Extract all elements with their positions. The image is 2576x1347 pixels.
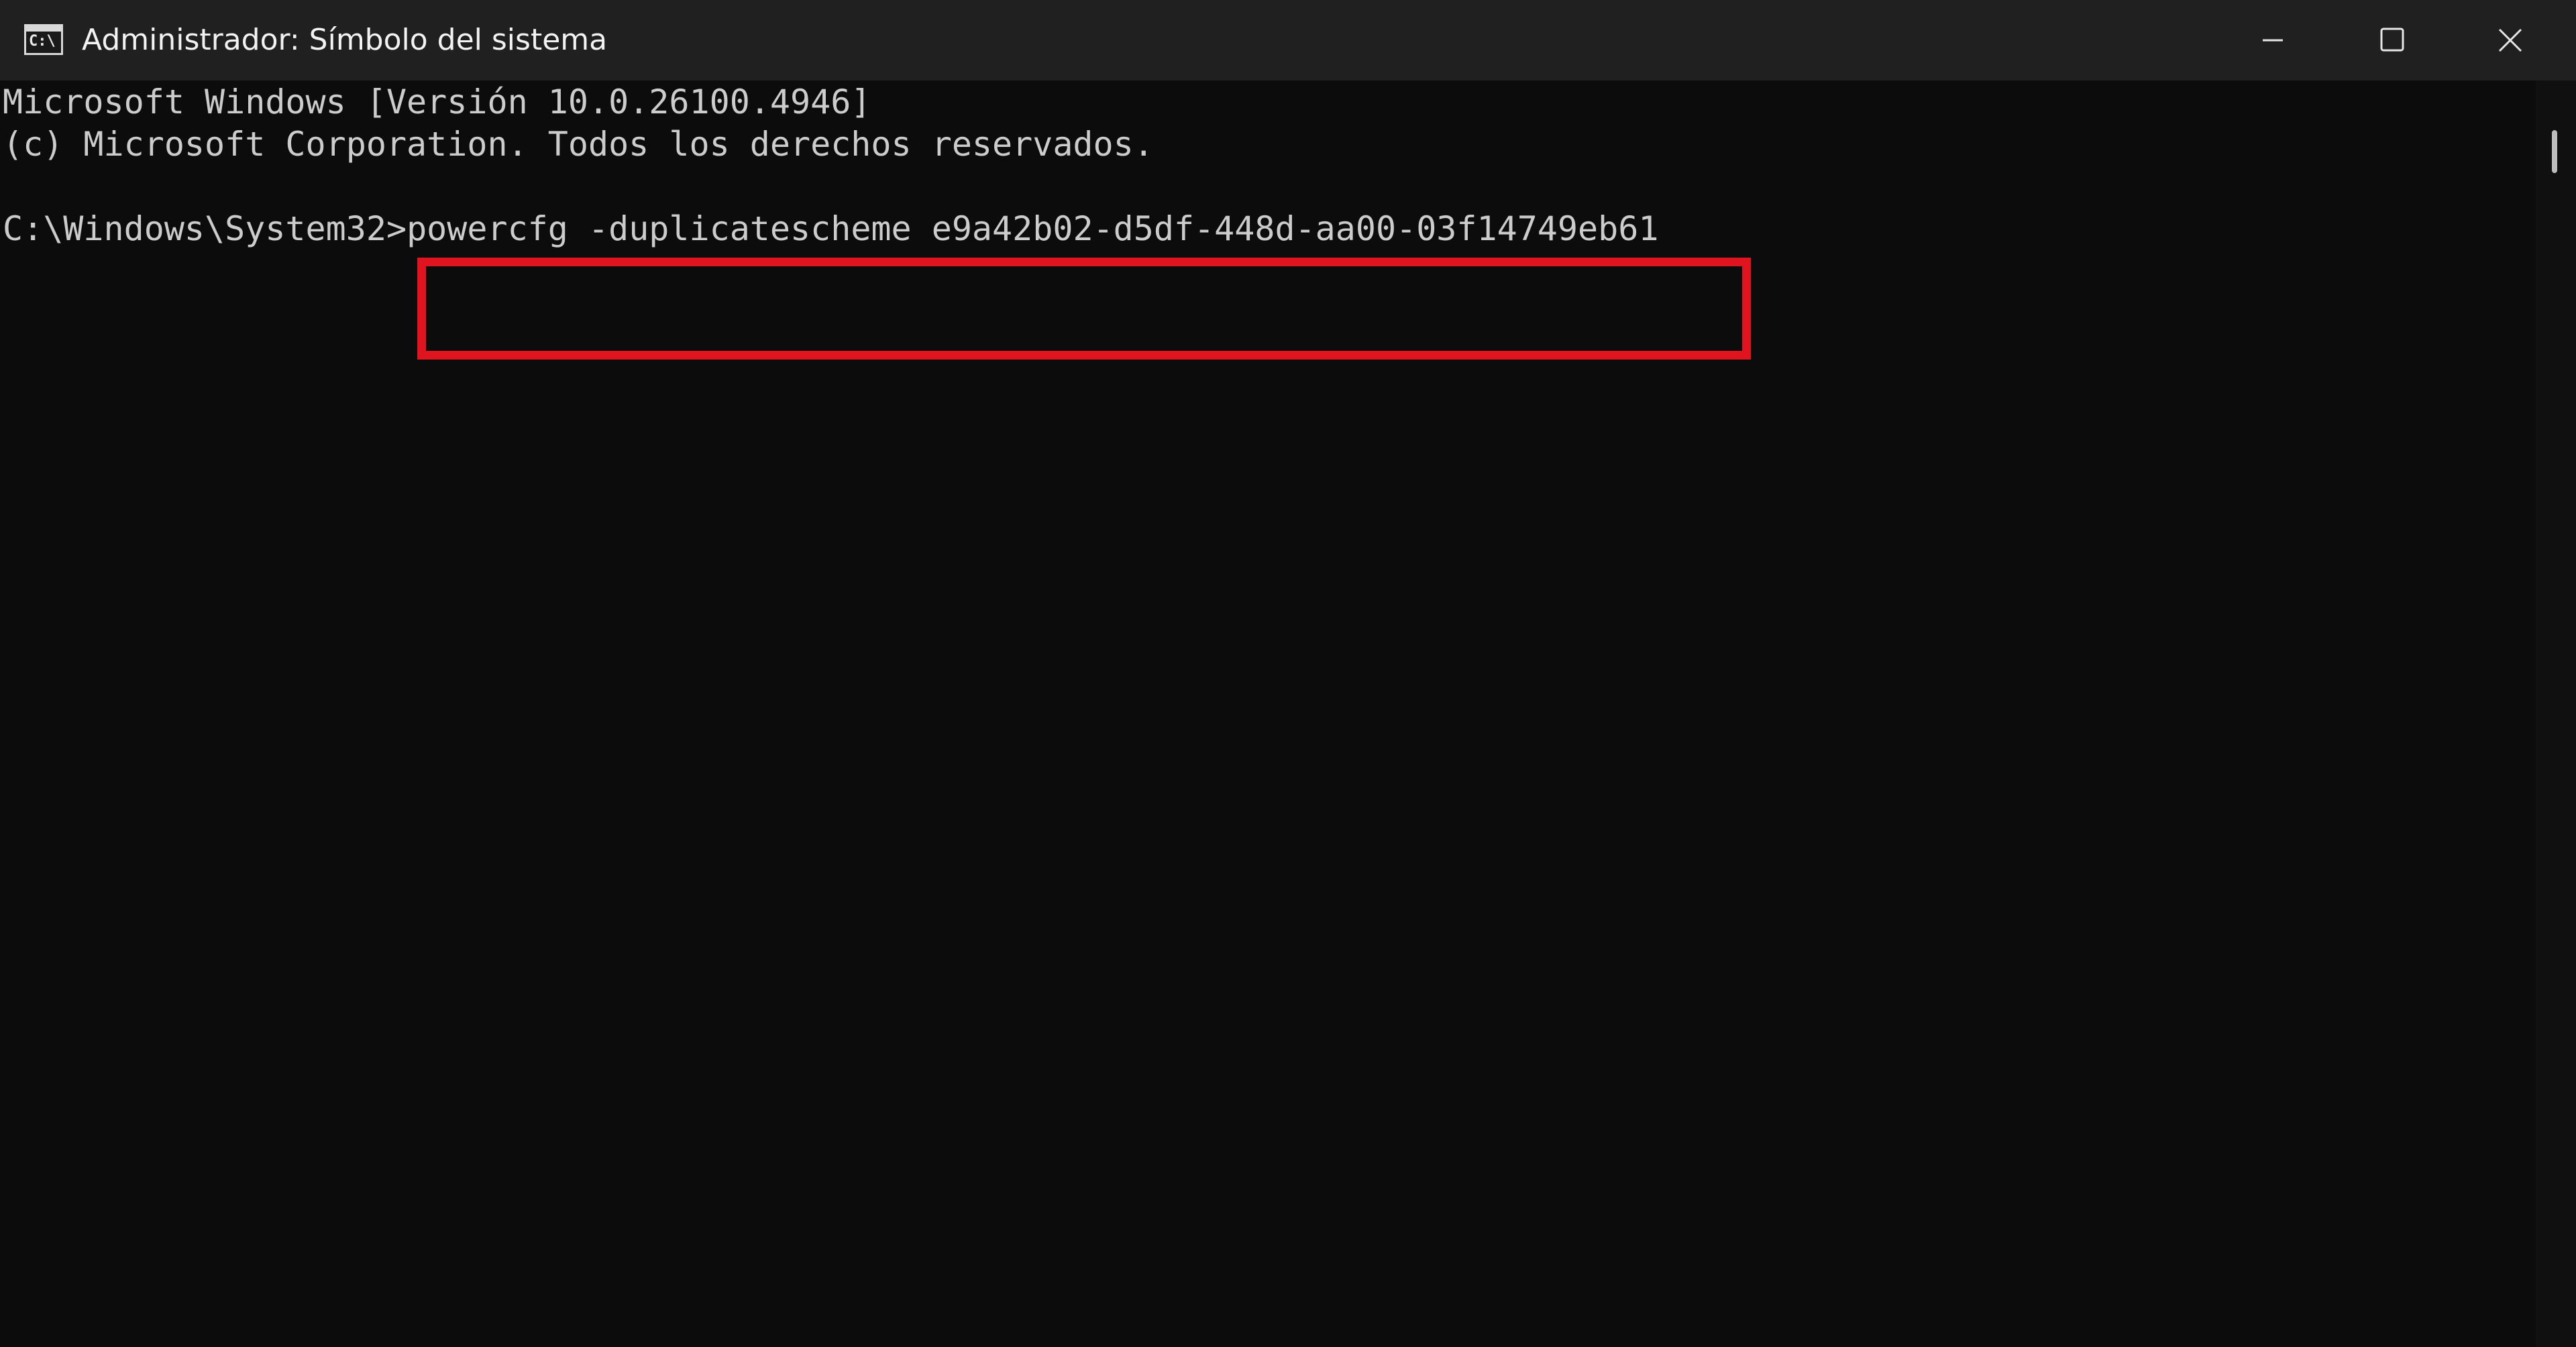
close-icon xyxy=(2498,28,2522,52)
vertical-scrollbar[interactable] xyxy=(2536,80,2576,1347)
minimize-button[interactable] xyxy=(2214,0,2332,80)
cmd-icon[interactable]: C:\ xyxy=(24,24,63,55)
close-button[interactable] xyxy=(2450,0,2568,80)
scrollbar-thumb[interactable] xyxy=(2552,130,2557,173)
command-highlight-box xyxy=(417,258,1751,360)
maximize-icon xyxy=(2380,28,2404,52)
command-prompt-window: C:\ Administrador: Símbolo del sistema M… xyxy=(0,0,2576,1347)
console-line-version: Microsoft Windows [Versión 10.0.26100.49… xyxy=(3,83,871,121)
window-title: Administrador: Símbolo del sistema xyxy=(82,23,608,57)
minimize-icon xyxy=(2263,39,2283,42)
cmd-icon-bar xyxy=(26,26,61,32)
command-text: powercfg -duplicatescheme e9a42b02-d5df-… xyxy=(407,209,1659,248)
console-output[interactable]: Microsoft Windows [Versión 10.0.26100.49… xyxy=(0,80,2536,1347)
maximize-button[interactable] xyxy=(2332,0,2450,80)
cmd-icon-glyph: C:\ xyxy=(29,33,56,50)
command-line[interactable]: C:\Windows\System32>powercfg -duplicates… xyxy=(3,207,1658,250)
console-line-copyright: (c) Microsoft Corporation. Todos los der… xyxy=(3,125,1154,164)
command-prompt-path: C:\Windows\System32> xyxy=(3,209,407,248)
title-bar[interactable]: C:\ Administrador: Símbolo del sistema xyxy=(0,0,2576,80)
